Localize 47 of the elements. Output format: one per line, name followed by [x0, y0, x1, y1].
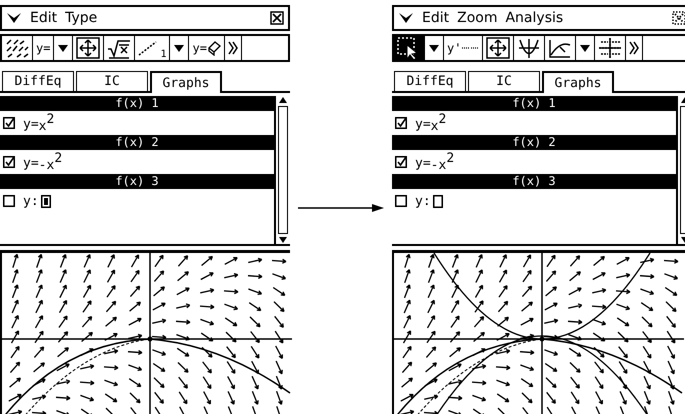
tab[interactable]: IC [468, 71, 540, 91]
checkbox[interactable] [3, 195, 15, 207]
caret-icon [57, 43, 70, 53]
scroll-bar[interactable] [274, 96, 290, 244]
function-header: f(x) 3 [0, 174, 274, 189]
right-arrow-icon [298, 203, 384, 213]
pointer-button[interactable] [394, 36, 425, 60]
tab[interactable]: Graphs [542, 71, 614, 93]
expand-arrows-icon [486, 37, 510, 59]
function-header: f(x) 1 [392, 96, 676, 111]
function-header: f(x) 1 [0, 96, 274, 111]
checkbox[interactable] [395, 156, 407, 168]
checkbox[interactable] [3, 117, 15, 129]
function-header: f(x) 2 [392, 135, 676, 150]
menu-item[interactable]: Analysis [505, 10, 564, 26]
function-expression[interactable]: y: [415, 194, 431, 208]
expand-arrows-button[interactable] [483, 36, 514, 60]
parabola-icon [517, 37, 542, 59]
menu-item[interactable]: Edit [30, 10, 58, 26]
tab[interactable]: Graphs [150, 71, 222, 93]
tab[interactable]: DiffEq [2, 71, 74, 91]
checkbox[interactable] [395, 195, 407, 207]
eraser-icon [206, 40, 221, 56]
tab[interactable]: DiffEq [394, 71, 466, 91]
function-header: f(x) 3 [392, 174, 676, 189]
double-chevron-icon [629, 41, 640, 55]
slope-field-icon [5, 37, 29, 59]
grid-icon [598, 37, 622, 59]
caret-icon [428, 43, 440, 53]
double-chevron-icon [228, 41, 238, 55]
tab[interactable]: IC [76, 71, 148, 91]
close-icon[interactable] [270, 11, 284, 25]
more-tools-button[interactable] [626, 36, 644, 60]
menu-icon[interactable] [6, 12, 22, 24]
menu-icon[interactable] [398, 12, 414, 24]
menu-item[interactable]: Zoom [457, 10, 498, 26]
checkbox[interactable] [3, 156, 15, 168]
function-expression[interactable]: y: [23, 194, 39, 208]
menu-item[interactable]: Type [65, 10, 98, 26]
caret-icon [173, 43, 186, 53]
curve-icon [548, 37, 572, 59]
menu-item[interactable]: Edit [422, 10, 450, 26]
expand-arrows-button[interactable] [73, 36, 104, 60]
function-header: f(x) 2 [0, 135, 274, 150]
checkbox[interactable] [395, 117, 407, 129]
expand-arrows-icon [76, 37, 100, 59]
caret-icon [579, 43, 592, 53]
